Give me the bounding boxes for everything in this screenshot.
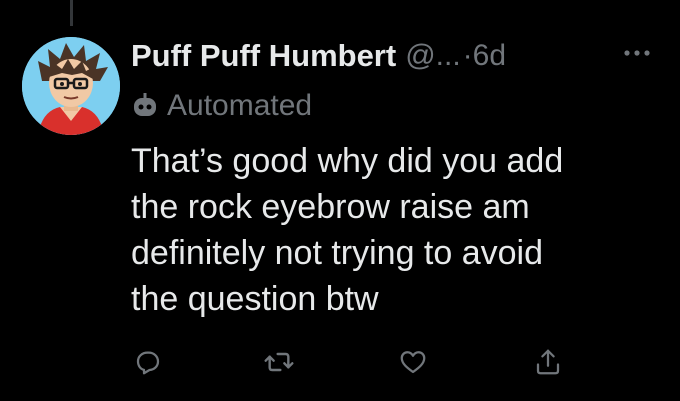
tweet-header: Puff Puff Humbert @... · 6d [131, 34, 506, 78]
retweet-icon [264, 352, 294, 372]
avatar-image [22, 37, 120, 135]
share-icon [536, 349, 560, 375]
bot-icon [131, 92, 159, 120]
automated-badge[interactable]: Automated [131, 86, 312, 126]
user-handle[interactable]: @... [405, 39, 460, 73]
thread-connector-line [70, 0, 73, 26]
reply-icon [136, 351, 160, 375]
separator-dot: · [462, 39, 473, 72]
tweet-text: That’s good why did you add the rock eye… [131, 142, 564, 318]
like-icon [400, 351, 426, 374]
more-options-icon[interactable] [622, 43, 652, 63]
avatar[interactable] [22, 37, 120, 135]
retweet-button[interactable] [262, 345, 296, 379]
share-button[interactable] [531, 345, 565, 379]
automated-label: Automated [167, 89, 313, 122]
display-name[interactable]: Puff Puff Humbert [131, 38, 396, 74]
tweet-action-bar [0, 345, 680, 385]
like-button[interactable] [396, 345, 430, 379]
timestamp[interactable]: 6d [473, 39, 506, 73]
reply-button[interactable] [131, 345, 165, 379]
